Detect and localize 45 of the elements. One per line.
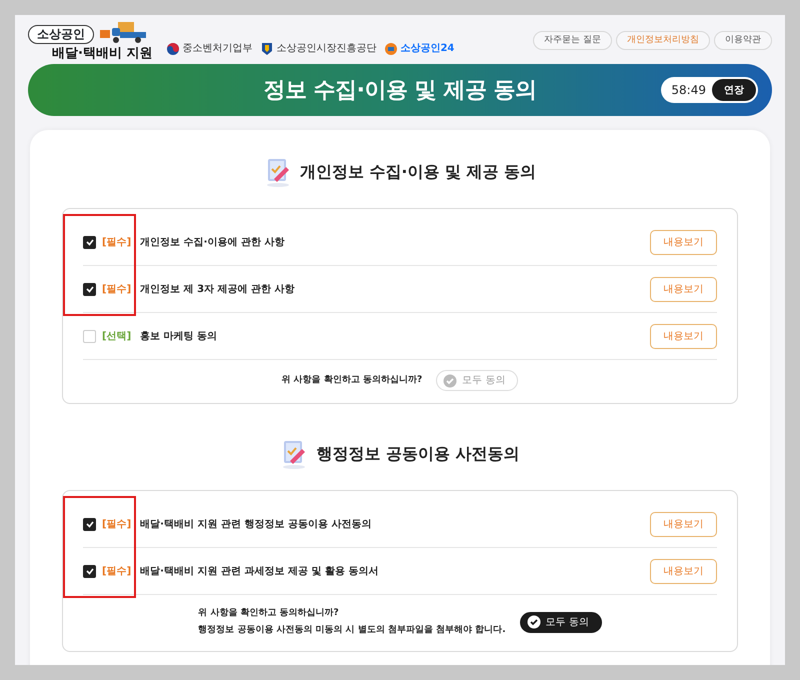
ministry-logo-icon	[166, 42, 180, 56]
page-title: 정보 수집·이용 및 제공 동의	[264, 76, 536, 104]
check-icon	[84, 566, 94, 576]
agency-name: 중소벤처기업부	[182, 42, 252, 56]
prompt-text: 위 사항을 확인하고 동의하십니까?	[198, 607, 340, 620]
agency-logo-icon	[260, 42, 274, 56]
consent-label: 배달·택배비 지원 관련 과세정보 제공 및 활용 동의서	[140, 564, 378, 578]
view-details-button[interactable]: 내용보기	[650, 324, 717, 348]
consent-tag: [필수]	[102, 516, 132, 532]
prompt-text: 행정정보 공동이용 사전동의 미동의 시 별도의 첨부파일을 첨부해야 합니다.	[198, 624, 506, 637]
consent-label: 배달·택배비 지원 관련 행정정보 공동이용 사전동의	[140, 518, 372, 532]
checkbox[interactable]	[83, 564, 96, 578]
logo-label: 소상공인	[28, 24, 94, 44]
check-icon	[84, 519, 94, 529]
check-circle-icon	[443, 374, 458, 388]
agree-all-button[interactable]: 모두 동의	[520, 612, 602, 632]
check-icon	[84, 284, 94, 294]
prompt-text: 위 사항을 확인하고 동의하십니까?	[282, 374, 422, 387]
view-details-button[interactable]: 내용보기	[650, 512, 717, 536]
consent-tag: [선택]	[102, 328, 132, 344]
checkbox[interactable]	[83, 282, 96, 296]
consent-label: 홍보 마케팅 동의	[140, 330, 218, 344]
checkbox[interactable]	[83, 518, 96, 530]
consent-tag: [필수]	[102, 282, 132, 296]
section-title: 개인정보 수집·이용 및 제공 동의	[300, 161, 536, 183]
consent-tag: [필수]	[102, 234, 132, 250]
consent-label: 개인정보 수집·이용에 관한 사항	[140, 236, 284, 250]
logo-title: 배달·택배비 지원	[52, 44, 152, 63]
view-details-button[interactable]: 내용보기	[650, 276, 717, 302]
section-title: 행정정보 공동이용 사전동의	[316, 443, 520, 465]
consent-label: 개인정보 제 3자 제공에 관한 사항	[140, 282, 295, 296]
checkbox[interactable]	[83, 236, 96, 248]
consent-tag: [필수]	[102, 564, 132, 578]
view-details-button[interactable]: 내용보기	[650, 230, 717, 254]
header-link[interactable]: 자주묻는 질문	[533, 30, 612, 50]
extend-button[interactable]: 연장	[712, 79, 756, 101]
timer-text: 58:49	[671, 82, 706, 99]
check-icon	[84, 237, 94, 247]
agency-name: 소상공인24	[400, 42, 454, 56]
header-link[interactable]: 이용약관	[714, 30, 772, 50]
agency-name: 소상공인시장진흥공단	[276, 42, 376, 56]
check-circle-icon	[526, 615, 541, 629]
view-details-button[interactable]: 내용보기	[650, 558, 717, 584]
header-link[interactable]: 개인정보처리방침	[616, 30, 710, 50]
portal-logo-icon	[384, 42, 398, 56]
